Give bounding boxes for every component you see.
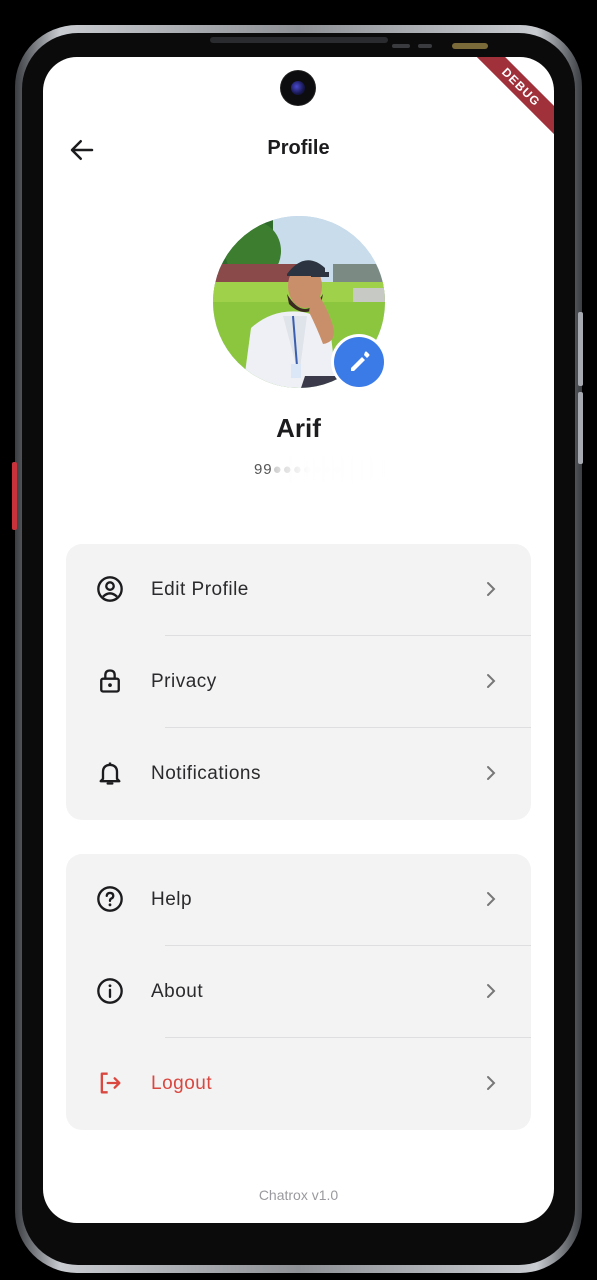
side-accent: [12, 462, 17, 530]
page-title: Profile: [267, 137, 330, 159]
menu-item-label: About: [151, 981, 204, 1002]
menu-item-label: Privacy: [151, 671, 217, 692]
earpiece-speaker: [210, 37, 388, 43]
menu-item-label: Notifications: [151, 763, 261, 784]
app-version: Chatrox v1.0: [258, 1187, 339, 1203]
menu-item-label: Help: [151, 889, 193, 910]
edit-avatar-button[interactable]: [334, 337, 384, 387]
pencil-icon: [351, 351, 370, 371]
menu-item-about[interactable]: About: [66, 946, 531, 1038]
menu-item-help[interactable]: Help: [66, 854, 531, 946]
account-circle-icon: [97, 576, 123, 602]
chevron-right-icon: [487, 1076, 496, 1090]
menu-item-label: Edit Profile: [151, 579, 249, 600]
chevron-right-icon: [487, 892, 496, 906]
sensor: [418, 44, 432, 48]
settings-card-account: Edit Profile Privacy Notifications: [66, 544, 531, 820]
menu-item-logout[interactable]: Logout: [66, 1038, 531, 1130]
front-camera: [281, 71, 315, 105]
chevron-right-icon: [487, 766, 496, 780]
avatar-container: [213, 216, 385, 388]
chevron-right-icon: [487, 582, 496, 596]
logout-icon: [100, 1072, 121, 1094]
menu-item-privacy[interactable]: Privacy: [66, 636, 531, 728]
settings-card-support: Help About Logout: [66, 854, 531, 1130]
app-screen: DEBUG Profile Arif 99 Edit Profile Priva…: [43, 57, 554, 1223]
menu-item-edit-profile[interactable]: Edit Profile: [66, 544, 531, 636]
phone-visible-digits: 99: [253, 461, 273, 478]
menu-item-label: Logout: [151, 1073, 213, 1094]
help-circle-icon: [97, 886, 123, 912]
sensor: [392, 44, 410, 48]
chevron-right-icon: [487, 984, 496, 998]
flash-sensor: [452, 43, 488, 49]
chevron-right-icon: [487, 674, 496, 688]
menu-item-notifications[interactable]: Notifications: [66, 728, 531, 820]
power-button: [578, 392, 583, 464]
redaction-blur: [275, 456, 385, 482]
info-circle-icon: [97, 978, 123, 1004]
volume-button: [578, 312, 583, 386]
app-bar: Profile: [43, 127, 554, 171]
profile-name: Arif: [276, 413, 321, 443]
lock-icon: [100, 669, 120, 693]
bell-icon: [99, 762, 121, 785]
